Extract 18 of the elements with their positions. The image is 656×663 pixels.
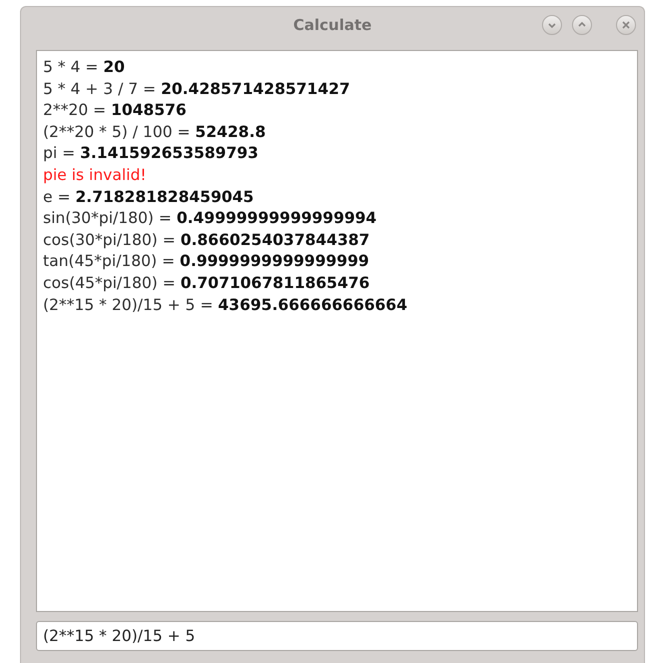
input-field[interactable]: (2**15 * 20)/15 + 5 xyxy=(36,621,638,651)
result-line: e = 2.718281828459045 xyxy=(43,186,254,208)
result-line: 5 * 4 + 3 / 7 = 20.428571428571427 xyxy=(43,78,350,100)
result-line: (2**20 * 5) / 100 = 52428.8 xyxy=(43,122,266,143)
window-title: Calculate xyxy=(293,16,372,34)
result-line: sin(30*pi/180) = 0.49999999999999994 xyxy=(43,208,377,230)
result-line: tan(45*pi/180) = 0.9999999999999999 xyxy=(43,251,370,272)
result-line: cos(45*pi/180) = 0.7071067811865476 xyxy=(43,272,370,294)
result-line: 2**20 = 1048576 xyxy=(43,100,186,122)
error-message: pie is invalid! xyxy=(43,164,146,186)
result-line: (2**15 * 20)/15 + 5 = 43695.666666666664 xyxy=(43,294,408,316)
close-button[interactable] xyxy=(616,15,636,35)
minimize-button[interactable] xyxy=(542,15,562,35)
result-line: cos(30*pi/180) = 0.8660254037844387 xyxy=(43,230,370,251)
result-line: pi = 3.141592653589793 xyxy=(43,143,258,164)
result-line: 5 * 4 = 20 xyxy=(43,57,125,78)
maximize-button[interactable] xyxy=(572,15,592,35)
close-icon xyxy=(621,20,631,30)
